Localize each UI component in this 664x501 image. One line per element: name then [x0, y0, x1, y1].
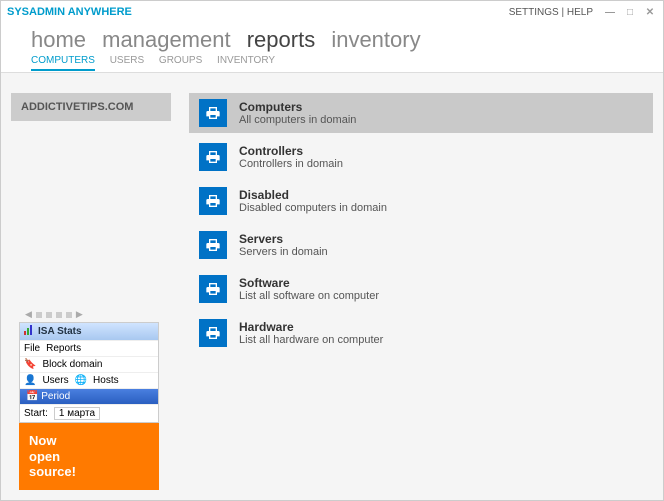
calendar-icon: 📅 — [26, 391, 38, 402]
subnav-groups[interactable]: GROUPS — [159, 55, 202, 66]
report-item-hardware[interactable]: HardwareList all hardware on computer — [189, 313, 653, 353]
subnav-computers[interactable]: COMPUTERS — [31, 55, 95, 71]
nav-inventory[interactable]: inventory — [331, 27, 420, 52]
widget-menu-file[interactable]: File — [24, 343, 40, 354]
subnav-inventory[interactable]: INVENTORY — [217, 55, 275, 66]
report-item-servers[interactable]: ServersServers in domain — [189, 225, 653, 265]
widget-title: ISA Stats — [38, 326, 82, 337]
tag-icon: 🔖 — [24, 359, 36, 370]
report-title: Computers — [239, 100, 356, 114]
widget-hosts[interactable]: Hosts — [93, 375, 119, 386]
widget-start-value[interactable]: 1 марта — [54, 407, 100, 420]
top-nav: home management reports inventory COMPUT… — [1, 23, 663, 70]
widget-menu-reports[interactable]: Reports — [46, 343, 81, 354]
app-title: SYSADMIN ANYWHERE — [7, 6, 132, 18]
report-item-controllers[interactable]: ControllersControllers in domain — [189, 137, 653, 177]
nav-management[interactable]: management — [102, 27, 230, 52]
printer-icon — [199, 275, 227, 303]
nav-home[interactable]: home — [31, 27, 86, 52]
chart-icon — [24, 325, 34, 338]
isa-stats-widget: ISA Stats File Reports 🔖 Block domain 👤 … — [19, 322, 159, 423]
widget-start-label: Start: — [24, 408, 48, 419]
subnav-users[interactable]: USERS — [110, 55, 144, 66]
settings-link[interactable]: SETTINGS — [509, 7, 559, 18]
report-desc: All computers in domain — [239, 114, 356, 126]
widget-block-domain[interactable]: Block domain — [42, 359, 102, 370]
printer-icon — [199, 319, 227, 347]
widget-users[interactable]: Users — [42, 375, 68, 386]
help-link[interactable]: HELP — [567, 7, 593, 18]
widget-period: Period — [41, 391, 70, 402]
title-bar: SYSADMIN ANYWHERE SETTINGS | HELP — □ ✕ — [1, 1, 663, 23]
header-links: SETTINGS | HELP — [509, 7, 593, 18]
domain-selector[interactable]: ADDICTIVETIPS.COM — [11, 93, 171, 121]
widget-pager[interactable]: ◀ ▶ — [25, 309, 171, 320]
minimize-button[interactable]: — — [603, 5, 617, 19]
printer-icon — [199, 187, 227, 215]
promo-banner[interactable]: Now open source! — [19, 423, 159, 490]
reports-list: Computers All computers in domain Contro… — [189, 93, 653, 490]
user-icon: 👤 — [24, 375, 36, 386]
report-item-software[interactable]: SoftwareList all software on computer — [189, 269, 653, 309]
nav-reports[interactable]: reports — [247, 27, 315, 52]
printer-icon — [199, 143, 227, 171]
printer-icon — [199, 99, 227, 127]
close-button[interactable]: ✕ — [643, 5, 657, 19]
report-item-computers[interactable]: Computers All computers in domain — [189, 93, 653, 133]
report-item-disabled[interactable]: DisabledDisabled computers in domain — [189, 181, 653, 221]
globe-icon: 🌐 — [75, 375, 87, 386]
maximize-button[interactable]: □ — [623, 5, 637, 19]
printer-icon — [199, 231, 227, 259]
